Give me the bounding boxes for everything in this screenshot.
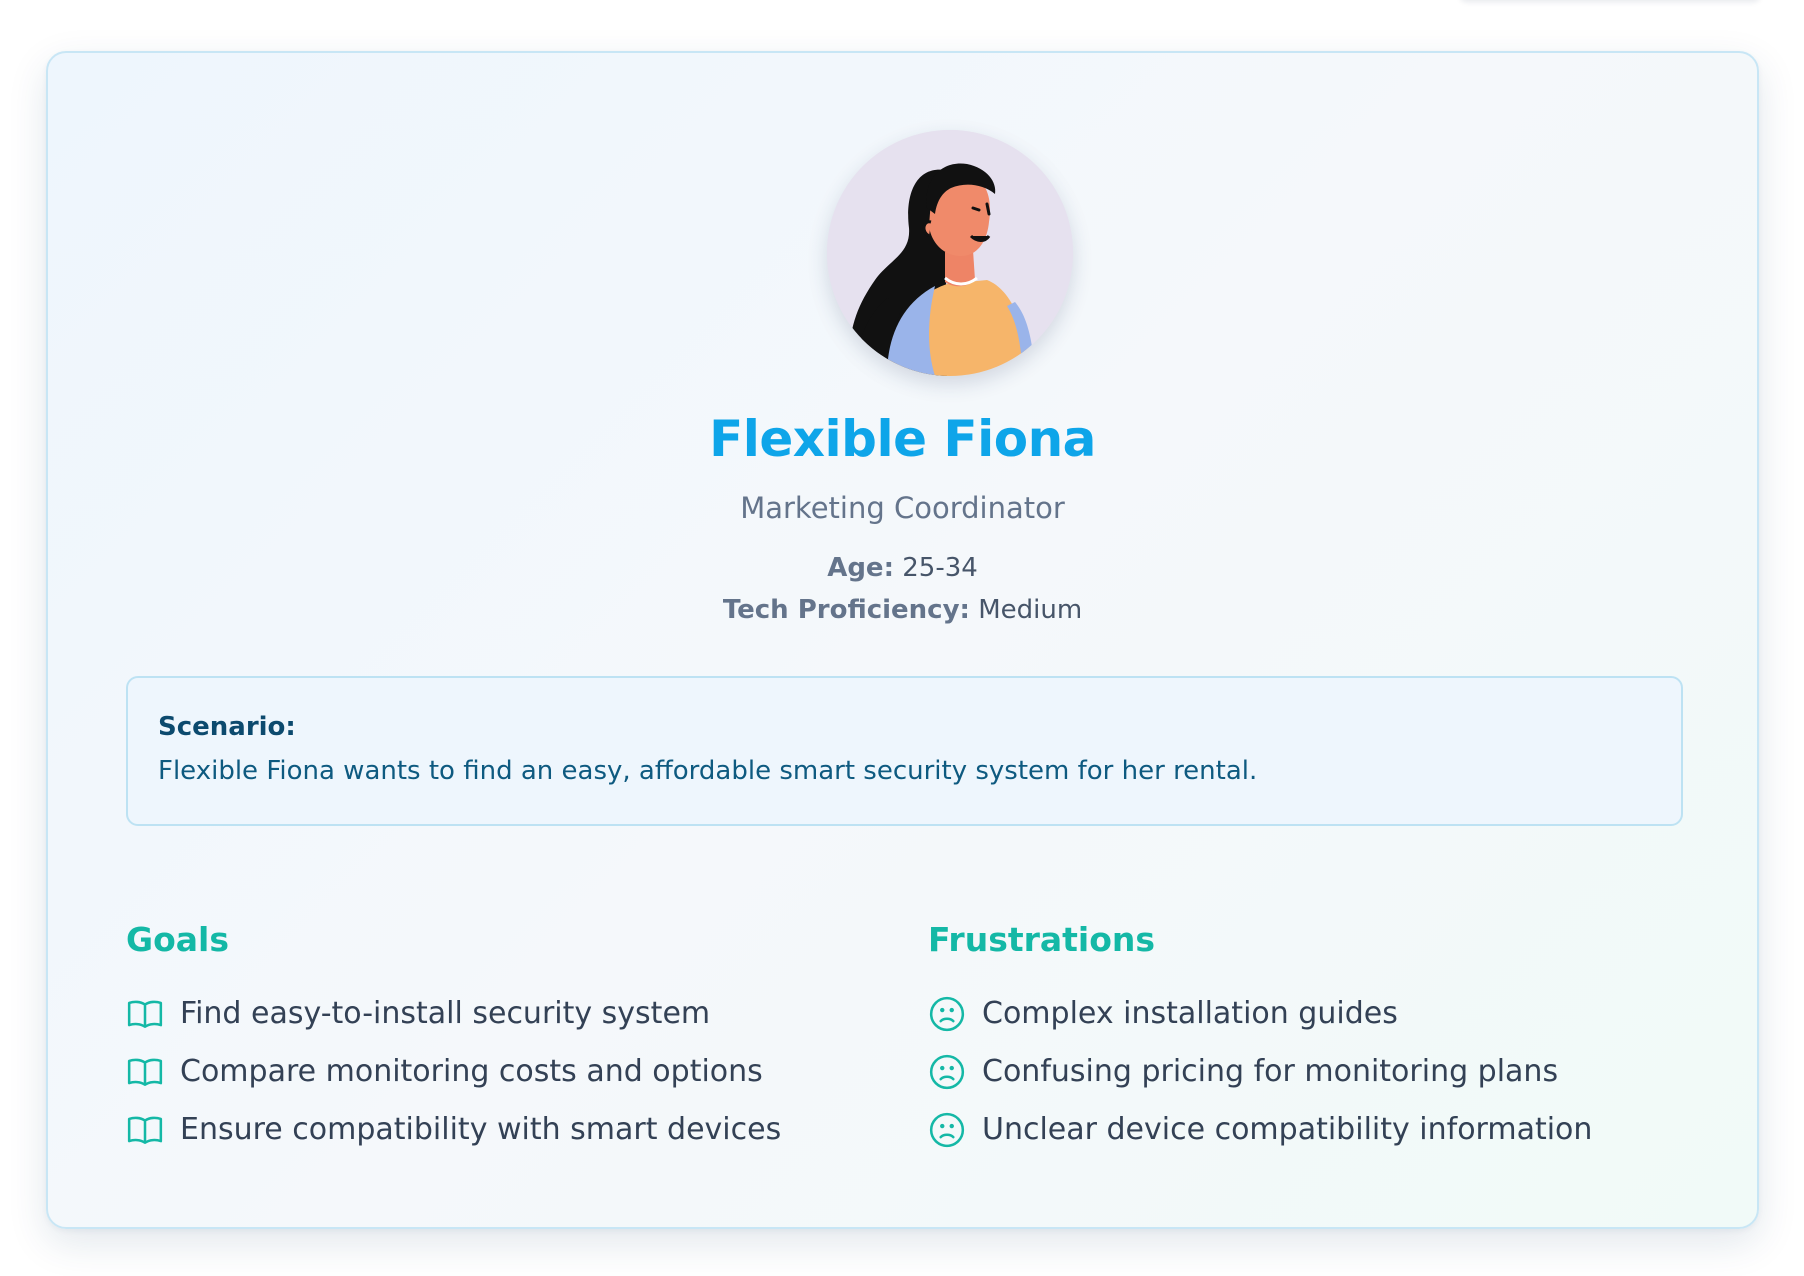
persona-role: Marketing Coordinator <box>740 491 1065 525</box>
tech-label: Tech Proficiency: <box>722 595 970 625</box>
list-item: Unclear device compatibility information <box>928 1101 1728 1159</box>
list-item: Confusing pricing for monitoring plans <box>928 1043 1728 1101</box>
frustration-text: Complex installation guides <box>982 996 1398 1031</box>
frustration-text: Confusing pricing for monitoring plans <box>982 1054 1559 1089</box>
persona-age: Age: 25-34 <box>48 551 1757 585</box>
list-item: Compare monitoring costs and options <box>126 1043 886 1101</box>
frown-face-icon <box>928 1053 966 1091</box>
frustrations-heading: Frustrations <box>928 920 1156 959</box>
list-item: Find easy-to-install security system <box>126 985 886 1043</box>
goals-heading: Goals <box>126 920 229 959</box>
goal-text: Compare monitoring costs and options <box>180 1054 763 1089</box>
frustrations-list: Complex installation guides Confusing pr… <box>928 985 1728 1159</box>
age-value: 25-34 <box>902 553 978 583</box>
persona-card: Flexible Fiona Marketing Coordinator Age… <box>46 51 1759 1229</box>
woman-avatar-illustration <box>827 130 1073 376</box>
scenario-text: Flexible Fiona wants to find an easy, af… <box>158 756 1258 786</box>
goal-text: Find easy-to-install security system <box>180 996 711 1031</box>
age-label: Age: <box>827 553 894 583</box>
frustration-text: Unclear device compatibility information <box>982 1112 1593 1147</box>
tech-value: Medium <box>978 595 1083 625</box>
list-item: Complex installation guides <box>928 985 1728 1043</box>
avatar <box>827 130 1073 376</box>
persona-name: Flexible Fiona <box>709 410 1096 468</box>
persona-tech-proficiency: Tech Proficiency: Medium <box>48 593 1757 627</box>
frown-face-icon <box>928 1111 966 1149</box>
frown-face-icon <box>928 995 966 1033</box>
goal-text: Ensure compatibility with smart devices <box>180 1112 782 1147</box>
scenario-box: Scenario: Flexible Fiona wants to find a… <box>126 676 1683 826</box>
book-open-icon <box>126 1053 164 1091</box>
list-item: Ensure compatibility with smart devices <box>126 1101 886 1159</box>
goals-list: Find easy-to-install security system Com… <box>126 985 886 1159</box>
scenario-title: Scenario: <box>158 712 296 742</box>
book-open-icon <box>126 1111 164 1149</box>
book-open-icon <box>126 995 164 1033</box>
